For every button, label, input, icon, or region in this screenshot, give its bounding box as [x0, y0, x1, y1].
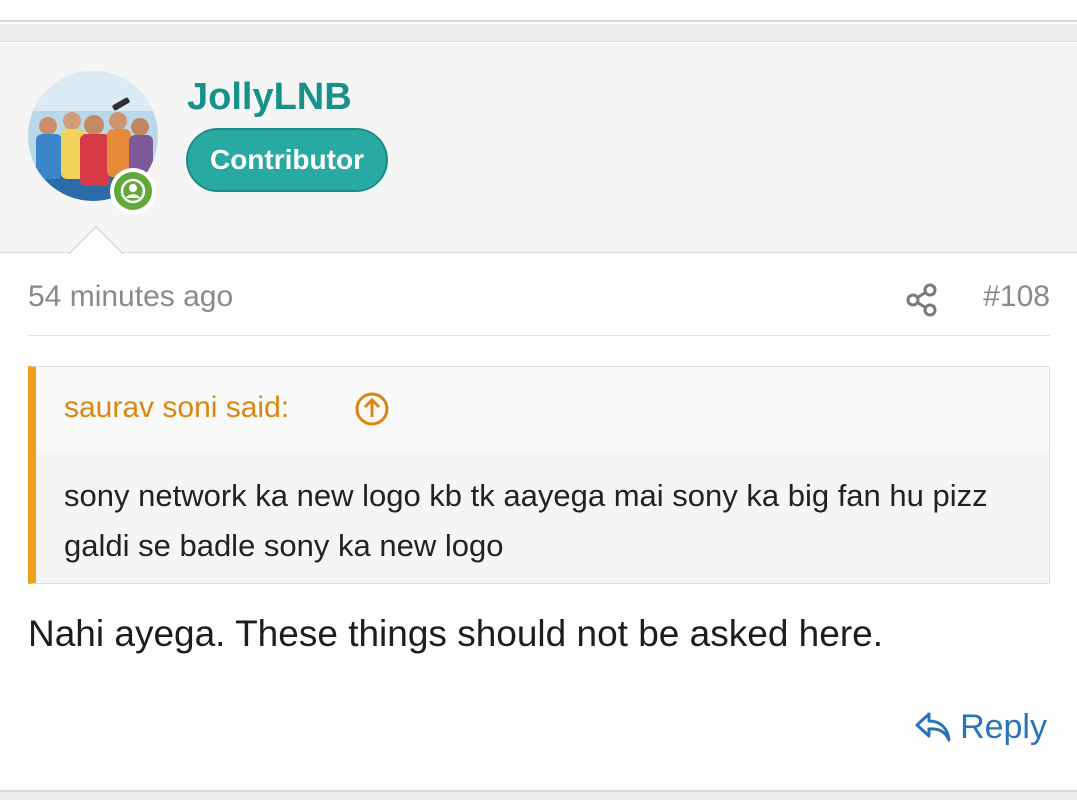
share-icon[interactable]: [904, 282, 940, 318]
quote-block: saurav soni said: sony network ka new lo…: [28, 366, 1050, 584]
online-user-icon: [120, 178, 146, 204]
post-separator: [0, 24, 1077, 42]
quote-text: sony network ka new logo kb tk aayega ma…: [64, 478, 988, 563]
reply-button[interactable]: Reply: [914, 704, 1047, 750]
post-body: Nahi ayega. These things should not be a…: [28, 613, 884, 654]
user-title-badge: Contributor: [186, 128, 388, 192]
post-timestamp[interactable]: 54 minutes ago: [28, 280, 233, 314]
quote-header: saurav soni said:: [36, 367, 1049, 451]
post-number-link[interactable]: #108: [983, 280, 1050, 314]
post-separator-bottom: [0, 790, 1077, 800]
previous-post-footer: [0, 0, 1077, 22]
post-user-panel: JollyLNB Contributor: [0, 43, 1077, 253]
post-meta-bar: 54 minutes ago #108: [28, 270, 1050, 336]
quote-author[interactable]: saurav soni said:: [64, 391, 289, 425]
reply-arrow-icon: [915, 712, 951, 742]
reply-label: Reply: [960, 707, 1047, 746]
arrow-up-circle-icon[interactable]: [354, 391, 390, 427]
username-link[interactable]: JollyLNB: [187, 75, 352, 119]
online-status: [110, 168, 156, 214]
